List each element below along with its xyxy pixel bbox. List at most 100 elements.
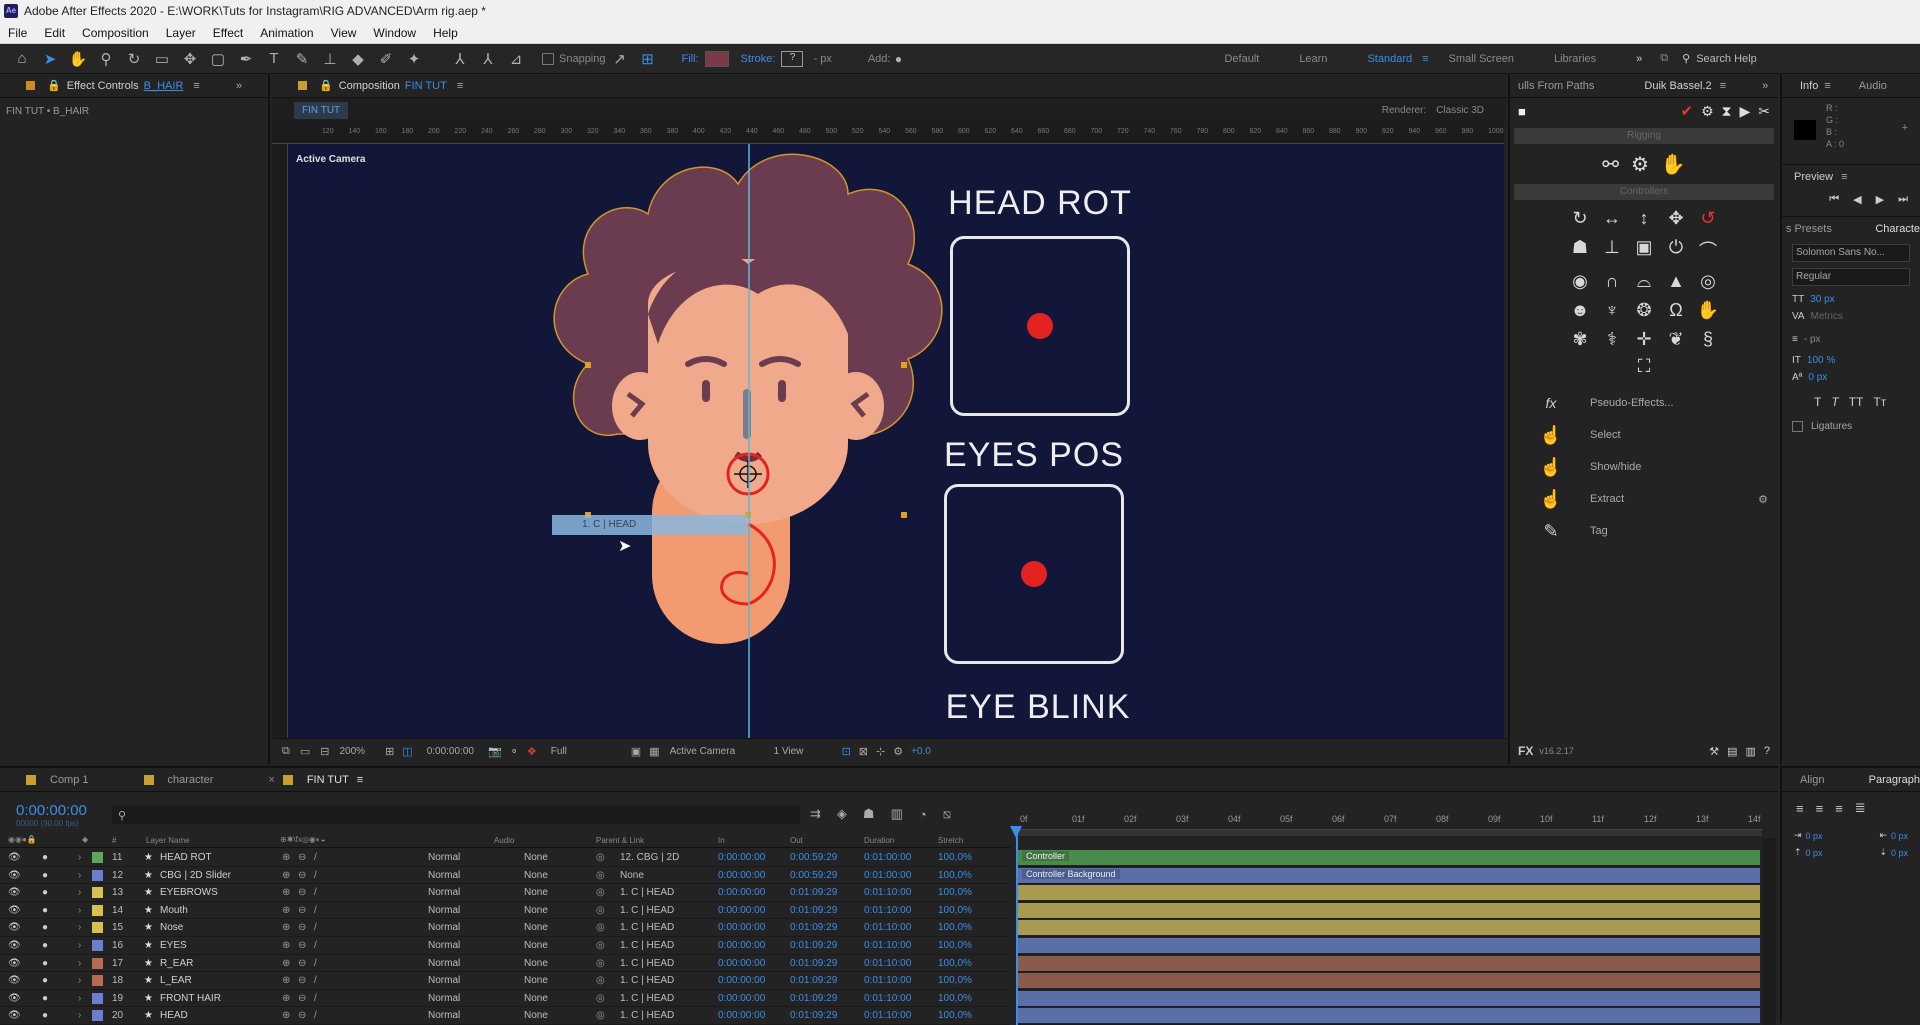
- layer-collapse-icon[interactable]: ⊖: [298, 870, 306, 881]
- layer-visibility-icon[interactable]: 👁: [8, 993, 21, 1004]
- rigging-section[interactable]: Rigging: [1514, 128, 1774, 144]
- horizontal-controller-icon[interactable]: ↔: [1596, 208, 1628, 229]
- layer-name[interactable]: CBG | 2D Slider: [160, 870, 231, 881]
- layer-stretch[interactable]: 100,0%: [938, 993, 972, 1004]
- layer-name[interactable]: L_EAR: [160, 975, 192, 986]
- layer-row[interactable]: 👁 ● › 19 ★ FRONT HAIR ⊕ ⊖ / Normal None ◎ 1. C | HEA…: [0, 990, 1010, 1008]
- space-after-value[interactable]: 0 px: [1891, 848, 1908, 858]
- puppet-tool-icon[interactable]: ✦: [400, 50, 428, 68]
- layer-pickwhip-icon[interactable]: ◎: [596, 958, 605, 969]
- menu-composition[interactable]: Composition: [82, 26, 149, 40]
- select-tool[interactable]: ☝ Select: [1510, 419, 1778, 451]
- tail-controller-icon[interactable]: §: [1692, 329, 1724, 350]
- layer-solo-icon[interactable]: ●: [42, 958, 48, 969]
- layer-out[interactable]: 0:00:59:29: [790, 870, 837, 881]
- faux-italic-icon[interactable]: T: [1831, 395, 1838, 409]
- layer-stretch[interactable]: 100,0%: [938, 870, 972, 881]
- pen-tool-icon[interactable]: ✒: [232, 50, 260, 68]
- layer-expand-icon[interactable]: ›: [78, 905, 81, 916]
- layer-mode[interactable]: Normal: [428, 887, 460, 898]
- pseudo-effects-tool[interactable]: fx Pseudo-Effects...: [1510, 387, 1778, 419]
- layer-expand-icon[interactable]: ›: [78, 870, 81, 881]
- layer-visibility-icon[interactable]: 👁: [8, 975, 21, 986]
- layer-track-matte[interactable]: None: [524, 958, 548, 969]
- layer-duration[interactable]: 0:01:10:00: [864, 905, 911, 916]
- workspace-learn[interactable]: Learn: [1299, 53, 1327, 65]
- layer-name[interactable]: HEAD ROT: [160, 852, 212, 863]
- layer-collapse-icon[interactable]: ⊖: [298, 975, 306, 986]
- layer-duration[interactable]: 0:01:10:00: [864, 922, 911, 933]
- vscale-value[interactable]: 100 %: [1807, 355, 1835, 366]
- ear-controller-icon[interactable]: Ω: [1660, 300, 1692, 321]
- zoom-dropdown[interactable]: 200%: [339, 746, 365, 757]
- layer-pickwhip-icon[interactable]: ◎: [596, 1010, 605, 1021]
- layer-out[interactable]: 0:01:09:29: [790, 993, 837, 1004]
- comp-panel-menu-icon[interactable]: ≡: [457, 80, 463, 92]
- layer-shy-icon[interactable]: ⊕: [282, 975, 290, 986]
- channel-icon[interactable]: ❖: [527, 745, 537, 758]
- workspace-menu-icon[interactable]: ≡: [1422, 53, 1428, 65]
- timeline-timecode[interactable]: 0:00:00:00 00000 (30.00 fps): [16, 802, 87, 828]
- layer-collapse-icon[interactable]: ⊖: [298, 922, 306, 933]
- stroke-width[interactable]: - px: [813, 53, 831, 65]
- layer-row[interactable]: 👁 ● › 15 ★ Nose ⊕ ⊖ / Normal None ◎ 1. C | HEAD 0:00:…: [0, 919, 1010, 937]
- layer-quality-icon[interactable]: /: [314, 958, 317, 969]
- layer-in[interactable]: 0:00:00:00: [718, 852, 765, 863]
- region-icon[interactable]: ▣: [631, 745, 641, 758]
- layer-row[interactable]: 👁 ● › 11 ★ HEAD ROT ⊕ ⊖ / Normal None ◎ 12. CBG | 2D…: [0, 849, 1010, 867]
- layer-quality-icon[interactable]: /: [314, 993, 317, 1004]
- layer-pickwhip-icon[interactable]: ◎: [596, 905, 605, 916]
- vertical-controller-icon[interactable]: ↕: [1628, 208, 1660, 229]
- clone-stamp-tool-icon[interactable]: ⊥: [316, 50, 344, 68]
- eyes-pos-controller[interactable]: [944, 484, 1124, 664]
- layer-duration-bar[interactable]: [1018, 902, 1760, 918]
- layer-quality-icon[interactable]: /: [314, 905, 317, 916]
- current-time[interactable]: 0:00:00:00: [16, 802, 87, 819]
- layer-in[interactable]: 0:00:00:00: [718, 958, 765, 969]
- hand-controller-icon[interactable]: ✋: [1692, 300, 1724, 321]
- home-icon[interactable]: ⌂: [8, 50, 36, 67]
- layer-in[interactable]: 0:00:00:00: [718, 975, 765, 986]
- layer-parent[interactable]: 1. C | HEAD: [620, 940, 674, 951]
- spine-controller-icon[interactable]: ⚕: [1596, 329, 1628, 350]
- layer-label-color[interactable]: [92, 992, 103, 1004]
- show-hide-tool[interactable]: ☝ Show/hide: [1510, 451, 1778, 483]
- torso-controller-icon[interactable]: ♆: [1596, 300, 1628, 321]
- layer-track-matte[interactable]: None: [524, 905, 548, 916]
- layer-visibility-icon[interactable]: 👁: [8, 870, 21, 881]
- duik-expand-icon[interactable]: »: [1762, 80, 1768, 92]
- layer-quality-icon[interactable]: /: [314, 887, 317, 898]
- layer-in[interactable]: 0:00:00:00: [718, 993, 765, 1004]
- layer-solo-icon[interactable]: ●: [42, 887, 48, 898]
- layer-collapse-icon[interactable]: ⊖: [298, 1010, 306, 1021]
- search-icon[interactable]: ⚲: [1682, 52, 1690, 65]
- indent-left-value[interactable]: 0 px: [1806, 831, 1823, 841]
- layer-pickwhip-icon[interactable]: ◎: [596, 940, 605, 951]
- mask-visibility-icon[interactable]: ⊟: [320, 745, 329, 758]
- layer-track-matte[interactable]: None: [524, 940, 548, 951]
- layer-collapse-icon[interactable]: ⊖: [298, 887, 306, 898]
- layer-shy-icon[interactable]: ⊕: [282, 870, 290, 881]
- baseline-value[interactable]: 0 px: [1808, 372, 1827, 383]
- layer-track-matte[interactable]: None: [524, 922, 548, 933]
- move-controller-icon[interactable]: ✥: [1660, 208, 1692, 229]
- layer-solo-icon[interactable]: ●: [42, 870, 48, 881]
- layer-name[interactable]: EYES: [160, 940, 187, 951]
- layer-name-header[interactable]: Layer Name: [146, 836, 190, 845]
- layer-parent[interactable]: 1. C | HEAD: [620, 975, 674, 986]
- camera-tool-icon[interactable]: ▭: [148, 50, 176, 68]
- tracking-value[interactable]: Metrics: [1811, 311, 1843, 322]
- hand-rig-icon[interactable]: ✋: [1661, 152, 1686, 177]
- layer-duration[interactable]: 0:01:10:00: [864, 887, 911, 898]
- zoom-tool-icon[interactable]: ⚲: [92, 50, 120, 68]
- workspace-small-screen[interactable]: Small Screen: [1449, 53, 1514, 65]
- align-tab[interactable]: Align: [1800, 774, 1824, 786]
- layer-visibility-icon[interactable]: 👁: [8, 905, 21, 916]
- layer-out[interactable]: 0:01:09:29: [790, 1010, 837, 1021]
- layer-solo-icon[interactable]: ●: [42, 852, 48, 863]
- layer-name[interactable]: EYEBROWS: [160, 887, 218, 898]
- menu-file[interactable]: File: [8, 26, 27, 40]
- layer-label-color[interactable]: [92, 922, 103, 934]
- ligatures-checkbox[interactable]: [1792, 421, 1803, 432]
- duik-filter-icon[interactable]: ⧗: [1722, 103, 1732, 120]
